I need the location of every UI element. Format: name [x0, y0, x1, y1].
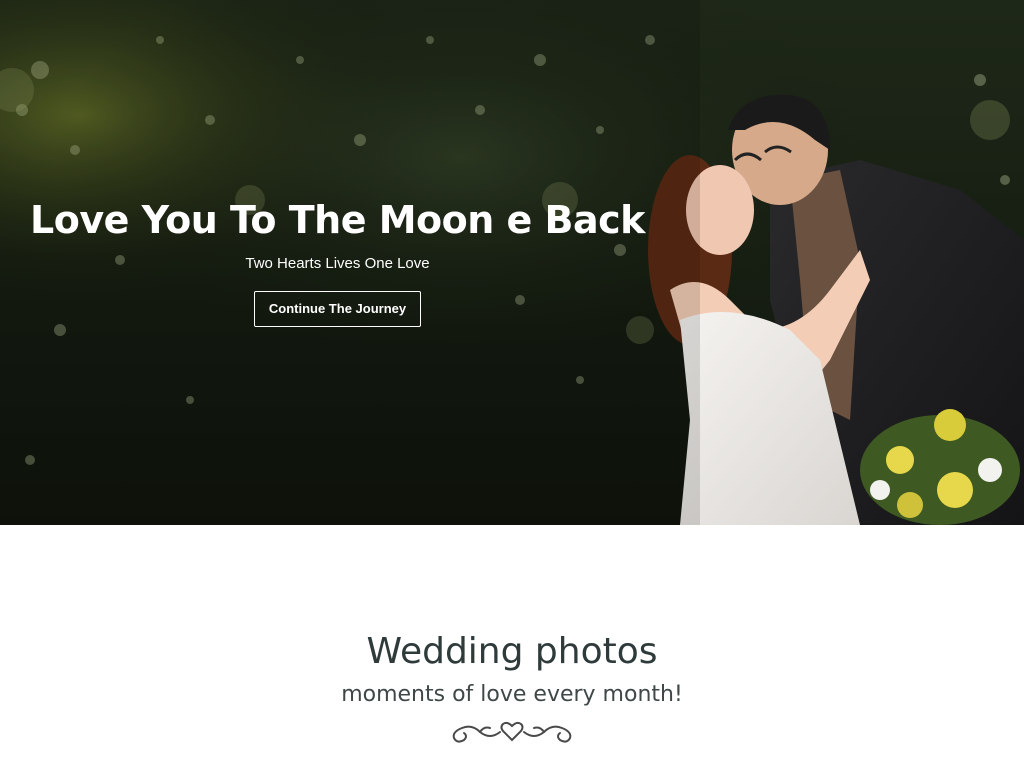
- hero-content: Love You To The Moon e Back Two Hearts L…: [0, 190, 675, 327]
- wedding-photos-section: Wedding photos moments of love every mon…: [0, 525, 1024, 768]
- hero-banner: Love You To The Moon e Back Two Hearts L…: [0, 0, 1024, 525]
- heart-swirl-divider-icon: [452, 721, 572, 743]
- hero-title: Love You To The Moon e Back: [30, 198, 645, 242]
- continue-journey-button[interactable]: Continue The Journey: [253, 291, 422, 327]
- hero-subtitle: Two Hearts Lives One Love: [245, 255, 430, 272]
- section-title: Wedding photos: [366, 631, 658, 672]
- section-subtitle: moments of love every month!: [341, 682, 683, 707]
